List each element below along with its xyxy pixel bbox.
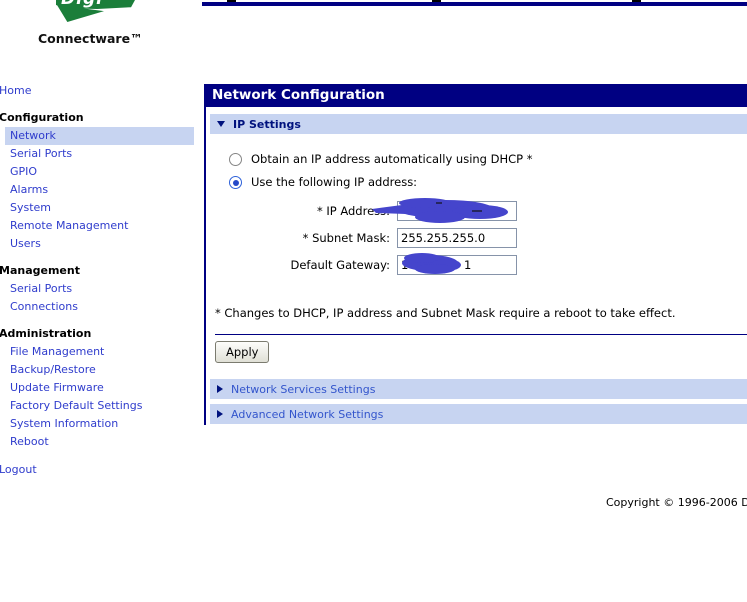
page: { "brand": { "logo_text": "Digi", "tagli… [0,0,747,602]
sidebar-item-connections[interactable]: Connections [0,298,200,316]
reboot-note: * Changes to DHCP, IP address and Subnet… [215,306,676,320]
sidebar-section-administration: Administration [0,327,92,340]
triangle-right-icon [217,410,223,418]
sidebar-item-gpio[interactable]: GPIO [0,163,200,181]
ip-address-label: * IP Address: [316,204,390,218]
gateway-visible-digit: 1 [464,258,472,272]
sidebar-item-system-information[interactable]: System Information [0,415,200,433]
logo-wordmark: Digi [61,0,103,9]
sidebar-item-remote-management[interactable]: Remote Management [0,217,200,235]
dhcp-radio[interactable] [229,153,242,166]
sidebar-item-network[interactable]: Network [5,127,194,145]
sidebar-item-users[interactable]: Users [0,235,200,253]
section-label: Advanced Network Settings [231,407,384,421]
page-title: Network Configuration [204,84,747,107]
section-bar-ip-settings[interactable]: IP Settings [210,114,747,134]
sidebar-item-backup-restore[interactable]: Backup/Restore [0,361,200,379]
triangle-right-icon [217,385,223,393]
section-divider-line [215,334,747,335]
subnet-mask-label: * Subnet Mask: [302,231,390,245]
section-label: IP Settings [233,117,301,131]
sidebar-item-file-management[interactable]: File Management [0,343,200,361]
sidebar-item-alarms[interactable]: Alarms [0,181,200,199]
sidebar-item-factory-default-settings[interactable]: Factory Default Settings [0,397,200,415]
subnet-mask-input[interactable] [397,228,517,248]
sidebar-item-home[interactable]: Home [0,82,200,100]
triangle-down-icon [217,121,225,127]
sidebar-nav: Home Configuration Network Serial Ports GPIO… [0,82,200,479]
digi-logo: Digi [55,0,139,24]
sidebar-item-logout[interactable]: Logout [0,461,200,479]
section-label: Network Services Settings [231,382,376,396]
top-divider-line [202,2,747,6]
sidebar-section-management: Management [0,264,80,277]
sidebar-item-serial-ports[interactable]: Serial Ports [0,145,200,163]
section-bar-advanced-network-settings[interactable]: Advanced Network Settings [210,404,747,424]
section-bar-network-services-settings[interactable]: Network Services Settings [210,379,747,399]
sidebar-item-system[interactable]: System [0,199,200,217]
default-gateway-label: Default Gateway: [290,258,390,272]
dhcp-radio-label: Obtain an IP address automatically using… [251,152,533,166]
sidebar-item-update-firmware[interactable]: Update Firmware [0,379,200,397]
copyright-text: Copyright © 1996-2006 D [606,496,747,509]
logo-band: Digi [56,0,135,9]
apply-button[interactable]: Apply [215,341,270,363]
sidebar-section-configuration: Configuration [0,111,84,124]
panel-left-border [204,107,206,425]
ip-address-input[interactable] [397,201,517,221]
default-gateway-input[interactable] [397,255,517,275]
sidebar-item-management-serial-ports[interactable]: Serial Ports [0,280,200,298]
static-ip-radio-label: Use the following IP address: [251,175,418,189]
sidebar-item-reboot[interactable]: Reboot [0,433,200,451]
static-ip-radio[interactable] [229,176,242,189]
brand-tagline: Connectware™ [38,31,143,46]
